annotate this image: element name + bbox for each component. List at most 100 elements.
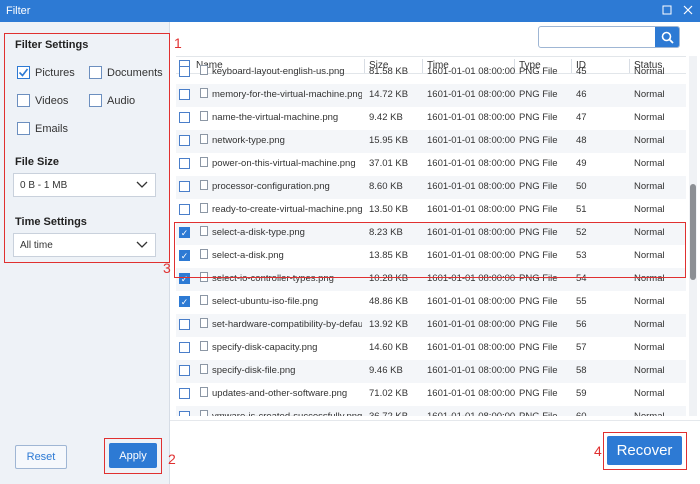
window-title: Filter — [6, 5, 31, 17]
file-size-value: 0 B - 1 MB — [20, 179, 68, 191]
cell-time: 1601-01-01 08:00:00 — [427, 66, 516, 77]
cell-id: 57 — [576, 342, 587, 353]
file-size-select[interactable]: 0 B - 1 MB — [13, 173, 156, 197]
cell-name: network-type.png — [212, 135, 285, 146]
divider — [170, 420, 700, 421]
table-row[interactable]: set-hardware-compatibility-by-default.p 1… — [176, 314, 686, 337]
table-row[interactable]: name-the-virtual-machine.png 9.42 KB 1601-… — [176, 107, 686, 130]
table-row[interactable]: updates-and-other-software.png 71.02 KB 16… — [176, 383, 686, 406]
reset-button[interactable]: Reset — [15, 445, 67, 469]
search-input[interactable] — [539, 27, 655, 47]
image-file-icon — [200, 203, 208, 213]
maximize-icon[interactable] — [658, 2, 676, 20]
cell-id: 48 — [576, 135, 587, 146]
filter-settings-title: Filter Settings — [15, 39, 89, 51]
row-checkbox[interactable] — [179, 181, 190, 192]
cell-time: 1601-01-01 08:00:00 — [427, 365, 516, 376]
table-row[interactable]: ready-to-create-virtual-machine.png 13.50… — [176, 199, 686, 222]
table-row[interactable]: keyboard-layout-english-us.png 81.58 KB 16… — [176, 61, 686, 84]
image-file-icon — [200, 134, 208, 144]
checkbox-checked-icon[interactable] — [17, 66, 30, 79]
cell-size: 13.92 KB — [369, 319, 409, 330]
row-checkbox[interactable] — [179, 135, 190, 146]
row-checkbox[interactable] — [179, 204, 190, 215]
close-icon[interactable] — [679, 2, 697, 20]
cell-time: 1601-01-01 08:00:00 — [427, 296, 516, 307]
row-checkbox[interactable] — [179, 66, 190, 77]
row-checkbox[interactable] — [179, 112, 190, 123]
row-checkbox[interactable] — [179, 89, 190, 100]
time-settings-value: All time — [20, 239, 53, 251]
row-checkbox[interactable] — [179, 319, 190, 330]
table-row[interactable]: power-on-this-virtual-machine.png 37.01 K… — [176, 153, 686, 176]
cell-name: keyboard-layout-english-us.png — [212, 66, 345, 77]
cell-time: 1601-01-01 08:00:00 — [427, 388, 516, 399]
row-checkbox[interactable] — [179, 411, 190, 416]
cell-status: Normal — [634, 319, 665, 330]
row-checkbox[interactable] — [179, 158, 190, 169]
apply-button[interactable]: Apply — [109, 443, 157, 468]
table-row[interactable]: ✓ select-ubuntu-iso-file.png 48.86 KB 1601-… — [176, 291, 686, 314]
row-checkbox-checked[interactable]: ✓ — [179, 296, 190, 307]
image-file-icon — [200, 111, 208, 121]
checkbox-icon[interactable] — [89, 66, 102, 79]
cell-size: 13.50 KB — [369, 204, 409, 215]
table-row[interactable]: specify-disk-file.png 9.46 KB 1601-01-01 0… — [176, 360, 686, 383]
cell-size: 14.72 KB — [369, 89, 409, 100]
image-file-icon — [200, 318, 208, 328]
checkbox-icon[interactable] — [17, 94, 30, 107]
table-row[interactable]: specify-disk-capacity.png 14.60 KB 1601-01… — [176, 337, 686, 360]
scrollbar-thumb[interactable] — [690, 184, 696, 280]
search-box[interactable] — [538, 26, 680, 48]
checkbox-icon[interactable] — [89, 94, 102, 107]
annotation-4: 4 — [594, 443, 602, 459]
filter-emails[interactable]: Emails — [17, 122, 68, 135]
checkbox-icon[interactable] — [17, 122, 30, 135]
cell-time: 1601-01-01 08:00:00 — [427, 411, 515, 416]
row-checkbox[interactable] — [179, 388, 190, 399]
cell-name: specify-disk-file.png — [212, 365, 296, 376]
cell-id: 50 — [576, 181, 587, 192]
cell-time: 1601-01-01 08:00:00 — [427, 181, 516, 192]
cell-type: PNG File — [519, 204, 558, 215]
chevron-down-icon — [136, 241, 148, 248]
table-row[interactable]: processor-configuration.png 8.60 KB 1601-0… — [176, 176, 686, 199]
table-row[interactable]: memory-for-the-virtual-machine.png 14.72 … — [176, 84, 686, 107]
filter-audio[interactable]: Audio — [89, 94, 135, 107]
table-row[interactable]: vmware-is-created-successfully.png 36.72 … — [176, 406, 686, 416]
table-row[interactable]: network-type.png 15.95 KB 1601-01-01 08:00… — [176, 130, 686, 153]
cell-name: vmware-is-created-successfully.png — [212, 411, 362, 416]
cell-type: PNG File — [519, 342, 558, 353]
row-checkbox[interactable] — [179, 365, 190, 376]
cell-status: Normal — [634, 66, 665, 77]
apply-highlight: Apply — [104, 438, 162, 474]
cell-id: 58 — [576, 365, 587, 376]
filter-documents[interactable]: Documents — [89, 66, 163, 79]
cell-name: ready-to-create-virtual-machine.png — [212, 204, 362, 215]
cell-status: Normal — [634, 204, 665, 215]
cell-type: PNG File — [519, 89, 558, 100]
image-file-icon — [200, 65, 208, 75]
cell-type: PNG File — [519, 135, 558, 146]
filter-pictures[interactable]: Pictures — [17, 66, 75, 79]
filter-videos[interactable]: Videos — [17, 94, 68, 107]
cell-id: 49 — [576, 158, 587, 169]
recover-button[interactable]: Recover — [607, 436, 682, 465]
search-button[interactable] — [655, 27, 679, 47]
cell-id: 55 — [576, 296, 587, 307]
time-settings-title: Time Settings — [15, 216, 87, 228]
cell-id: 45 — [576, 66, 587, 77]
cell-time: 1601-01-01 08:00:00 — [427, 319, 516, 330]
row-checkbox[interactable] — [179, 342, 190, 353]
vertical-scrollbar[interactable] — [689, 56, 697, 416]
cell-type: PNG File — [519, 319, 558, 330]
image-file-icon — [200, 180, 208, 190]
cell-name: name-the-virtual-machine.png — [212, 112, 339, 123]
cell-size: 37.01 KB — [369, 158, 409, 169]
cell-type: PNG File — [519, 112, 558, 123]
cell-status: Normal — [634, 411, 665, 416]
cell-time: 1601-01-01 08:00:00 — [427, 135, 516, 146]
cell-type: PNG File — [519, 296, 558, 307]
time-settings-select[interactable]: All time — [13, 233, 156, 257]
image-file-icon — [200, 387, 208, 397]
